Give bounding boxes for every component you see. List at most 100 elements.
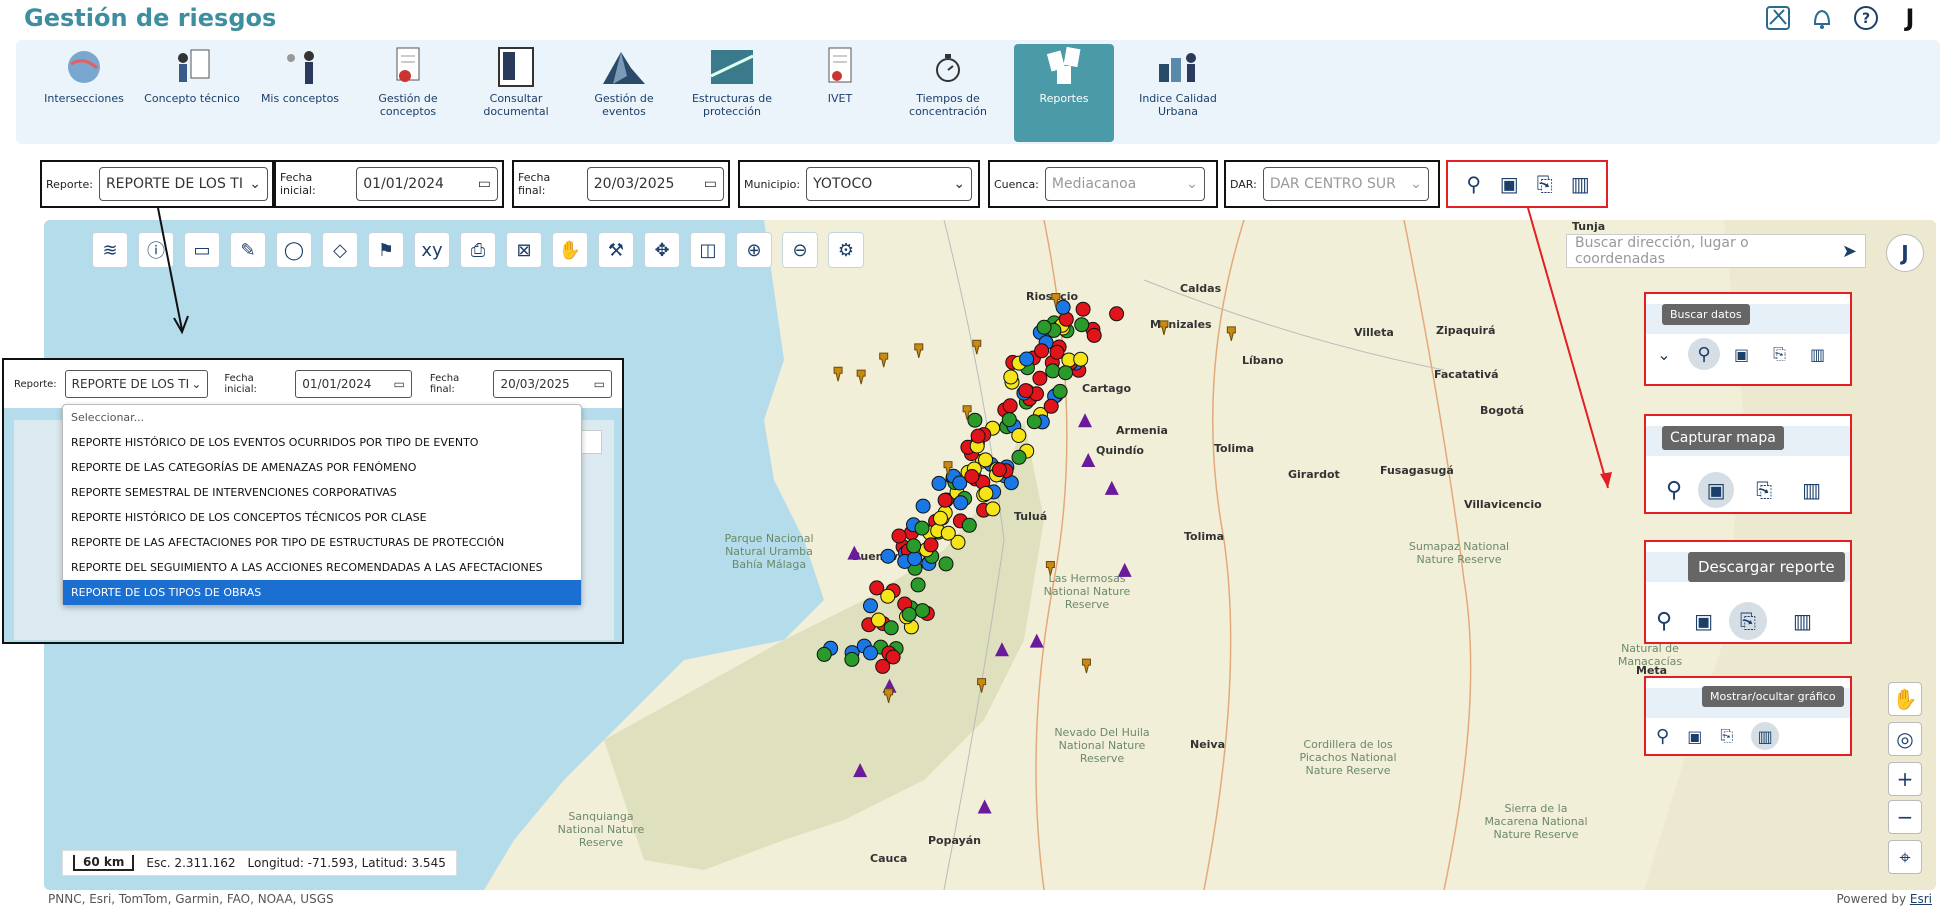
calendar-icon[interactable]: ▭ — [704, 176, 717, 192]
send-icon[interactable]: ➤ — [1842, 241, 1857, 262]
fecha-inicial-input[interactable]: 01/01/2024 ▭ — [356, 167, 498, 201]
event-marker[interactable] — [991, 462, 1007, 478]
event-marker[interactable] — [1074, 317, 1090, 333]
globe-settings-icon[interactable]: ◎ — [1888, 722, 1922, 756]
chart-icon[interactable]: ▥ — [1810, 345, 1825, 364]
module-mis-conceptos[interactable]: Mis conceptos — [250, 44, 350, 138]
event-marker[interactable] — [1109, 306, 1125, 322]
event-marker[interactable] — [915, 498, 931, 514]
event-marker[interactable] — [970, 428, 986, 444]
event-marker[interactable] — [985, 501, 1001, 517]
event-marker[interactable] — [1052, 383, 1068, 399]
event-marker[interactable] — [923, 537, 939, 553]
calendar-icon[interactable]: ▭ — [594, 377, 605, 391]
map-pin-icon[interactable] — [1762, 2, 1794, 34]
help-icon[interactable]: ? — [1850, 2, 1882, 34]
event-marker[interactable] — [915, 603, 930, 619]
event-marker[interactable] — [938, 556, 954, 572]
event-marker[interactable] — [937, 492, 953, 508]
move-icon[interactable]: ✥ — [644, 232, 680, 268]
event-marker[interactable] — [1073, 351, 1089, 367]
event-marker[interactable] — [1055, 299, 1071, 315]
event-marker[interactable] — [891, 528, 907, 544]
option-item[interactable]: REPORTE SEMESTRAL DE INTERVENCIONES CORP… — [63, 480, 581, 505]
event-marker[interactable] — [1003, 369, 1019, 385]
locate-icon[interactable]: ⌖ — [1888, 840, 1922, 874]
pin-marker[interactable] — [972, 339, 982, 355]
event-marker[interactable] — [1058, 365, 1074, 381]
event-marker[interactable] — [883, 620, 899, 636]
chart-icon[interactable]: ▥ — [1793, 609, 1812, 633]
bell-icon[interactable] — [1806, 2, 1838, 34]
structure-marker[interactable] — [1078, 413, 1093, 428]
structure-marker[interactable] — [977, 799, 992, 814]
module-intersecciones[interactable]: Intersecciones — [34, 44, 134, 138]
image-icon[interactable]: ▣ — [1687, 727, 1702, 746]
event-marker[interactable] — [961, 517, 977, 533]
calendar-icon[interactable]: ▭ — [478, 176, 491, 192]
map-cross-icon[interactable]: ⊠ — [506, 232, 542, 268]
event-marker[interactable] — [901, 606, 917, 622]
event-marker[interactable] — [907, 551, 923, 567]
pin-marker[interactable] — [856, 369, 866, 385]
event-marker[interactable] — [1045, 363, 1061, 379]
download-report-icon[interactable]: ⎘ — [1729, 602, 1768, 640]
event-marker[interactable] — [1032, 370, 1048, 386]
event-marker[interactable] — [885, 649, 901, 665]
event-marker[interactable] — [1019, 351, 1035, 367]
user-avatar[interactable]: J — [1894, 2, 1926, 34]
pin-marker[interactable] — [977, 678, 987, 693]
option-item[interactable]: REPORTE DE LAS CATEGORÍAS DE AMENAZAS PO… — [63, 455, 581, 480]
module-tiempos-concentracion[interactable]: Tiempos de concentración — [898, 44, 998, 138]
option-item[interactable]: REPORTE DE LAS AFECTACIONES POR TIPO DE … — [63, 530, 581, 555]
calendar-icon[interactable]: ▭ — [394, 377, 405, 391]
download-report-icon[interactable]: ⎘ — [1534, 172, 1556, 196]
fecha-inicial-input[interactable]: 01/01/2024 ▭ — [295, 370, 412, 398]
download-report-icon[interactable]: ⎘ — [1773, 344, 1786, 364]
event-marker[interactable] — [940, 525, 956, 541]
print-icon[interactable]: ⎙ — [460, 232, 496, 268]
structure-marker[interactable] — [1117, 562, 1132, 577]
download-report-icon[interactable]: ⎘ — [1756, 478, 1772, 502]
zoom-minus-button[interactable]: − — [1888, 800, 1922, 834]
municipio-select[interactable]: YOTOCO ⌄ — [806, 167, 973, 201]
event-marker[interactable] — [1011, 428, 1027, 443]
map-search-input[interactable]: Buscar dirección, lugar o coordenadas ➤ — [1566, 234, 1866, 268]
module-concepto-tecnico[interactable]: Concepto técnico — [142, 44, 242, 138]
event-marker[interactable] — [1049, 344, 1065, 360]
event-marker[interactable] — [844, 651, 860, 667]
module-indice-calidad-urbana[interactable]: Indice Calidad Urbana — [1128, 44, 1228, 138]
layers-icon[interactable]: ≋ — [92, 232, 128, 268]
xy-coordinates-icon[interactable]: xy — [414, 232, 450, 268]
module-gestion-eventos[interactable]: Gestión de eventos — [574, 44, 674, 138]
structure-marker[interactable] — [994, 642, 1009, 657]
event-marker[interactable] — [880, 548, 896, 564]
eraser-icon[interactable]: ◇ — [322, 232, 358, 268]
cuenca-select[interactable]: Mediacanoa ⌄ — [1044, 167, 1205, 201]
module-reportes[interactable]: Reportes — [1014, 44, 1114, 142]
pencil-icon[interactable]: ✎ — [230, 232, 266, 268]
fecha-final-input[interactable]: 20/03/2025 ▭ — [493, 370, 612, 398]
chevron-down-icon[interactable]: ⌄ — [1654, 345, 1674, 364]
comment-icon[interactable]: ◯ — [276, 232, 312, 268]
event-marker[interactable] — [978, 452, 993, 468]
event-marker[interactable] — [816, 646, 832, 662]
event-marker[interactable] — [931, 475, 947, 491]
ruler-icon[interactable]: ▭ — [184, 232, 220, 268]
pin-marker[interactable] — [1045, 561, 1055, 576]
pin-marker[interactable] — [833, 366, 843, 382]
pin-marker[interactable] — [914, 343, 924, 359]
event-marker[interactable] — [906, 538, 922, 554]
reporte-select[interactable]: REPORTE DE LOS TI ⌄ — [64, 370, 209, 398]
option-item[interactable]: REPORTE DEL SEGUIMIENTO A LAS ACCIONES R… — [63, 555, 581, 580]
structure-marker[interactable] — [853, 763, 868, 778]
event-marker[interactable] — [1001, 412, 1017, 428]
event-marker[interactable] — [1018, 383, 1034, 399]
option-placeholder[interactable]: Seleccionar... — [63, 405, 581, 430]
event-marker[interactable] — [871, 612, 886, 628]
chart-icon[interactable]: ▥ — [1569, 172, 1591, 196]
tools-icon[interactable]: ⚒ — [598, 232, 634, 268]
chart-icon[interactable]: ▥ — [1751, 722, 1780, 750]
event-marker[interactable] — [967, 412, 983, 428]
event-marker[interactable] — [863, 598, 878, 614]
